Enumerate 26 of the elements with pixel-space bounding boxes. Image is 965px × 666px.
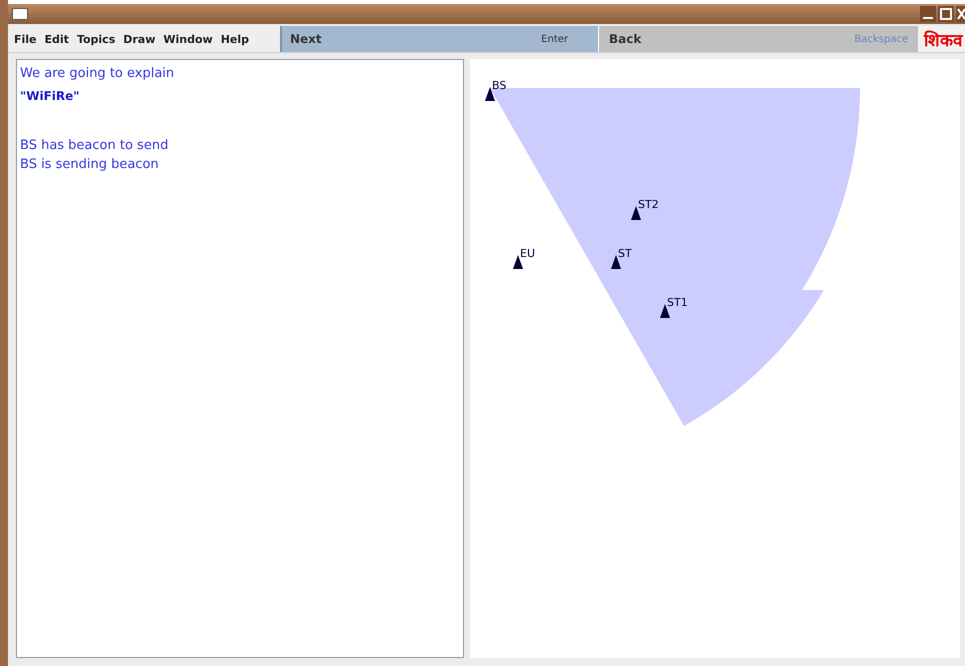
node-label: BS bbox=[492, 79, 506, 92]
station-icon bbox=[485, 87, 495, 101]
menu-item[interactable]: Draw bbox=[119, 32, 160, 46]
shortcut-label: Enter bbox=[541, 34, 568, 44]
station-icon bbox=[513, 255, 523, 269]
menu-item[interactable]: File bbox=[10, 32, 41, 46]
menu-item[interactable]: Window bbox=[159, 32, 217, 46]
window-icon bbox=[12, 8, 28, 20]
shortcut-label: Backspace bbox=[854, 34, 908, 44]
next-button[interactable]: Next Enter bbox=[280, 26, 598, 52]
explanation-text: We are going to explain bbox=[20, 65, 176, 83]
node-label: ST2 bbox=[638, 198, 659, 211]
menu-item[interactable]: Topics bbox=[72, 32, 120, 46]
node-label: ST bbox=[618, 247, 632, 260]
explanation-text: "WiFiRe" bbox=[20, 88, 81, 105]
node-label: EU bbox=[520, 247, 536, 260]
back-button[interactable]: Back Backspace bbox=[598, 26, 918, 52]
menu-item[interactable]: Edit bbox=[40, 32, 73, 46]
brand-logo: शिकव bbox=[918, 26, 965, 52]
maximize-icon[interactable] bbox=[938, 6, 954, 22]
explanation-text: BS has beacon to send bbox=[20, 137, 170, 155]
close-icon[interactable] bbox=[956, 6, 965, 22]
menu-item[interactable]: Help bbox=[216, 32, 254, 46]
node-label: ST1 bbox=[667, 296, 688, 309]
minimize-icon[interactable] bbox=[920, 6, 936, 22]
explanation-text: BS is sending beacon bbox=[20, 156, 160, 174]
